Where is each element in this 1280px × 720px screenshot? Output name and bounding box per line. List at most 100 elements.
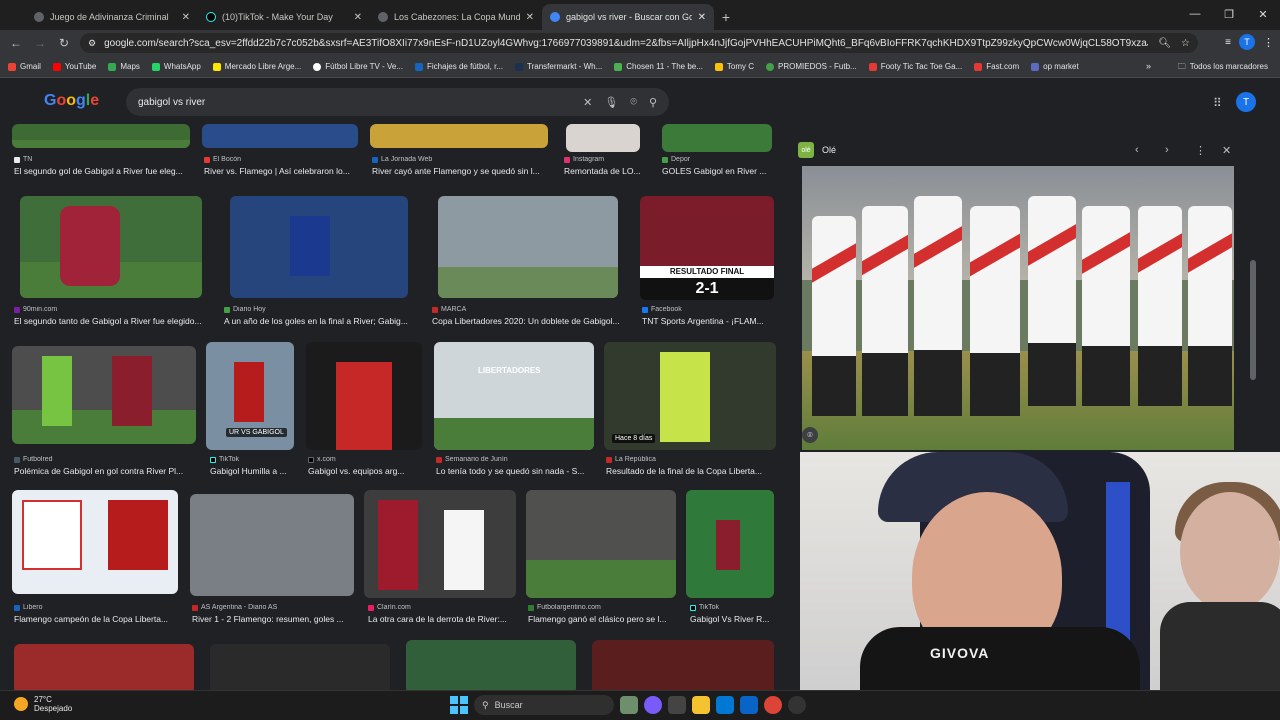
bookmark-star-icon[interactable]: ☆ [1181,38,1190,49]
back-icon[interactable]: ← [4,36,28,50]
result-thumbnail[interactable] [686,490,774,598]
search-box[interactable]: gabigol vs river ✕ 🎙︎ ⌾ ⚲ [126,88,669,116]
result-source[interactable]: La Jornada Web [372,156,552,163]
result-thumbnail[interactable] [230,196,408,298]
result-caption[interactable]: Lo tenía todo y se quedó sin nada - S... [436,466,596,476]
result-caption[interactable]: TNT Sports Argentina - ¡FLAM... [642,316,772,326]
search-input[interactable]: gabigol vs river [138,97,571,108]
outlook-icon[interactable] [740,696,758,714]
result-source[interactable]: TikTok [690,604,780,611]
result-caption[interactable]: River 1 - 2 Flamengo: resumen, goles ... [192,614,356,624]
result-thumbnail[interactable] [370,124,548,148]
close-preview-icon[interactable]: ✕ [1222,144,1231,157]
bookmark-promiedos[interactable]: PROMIEDOS - Futb... [766,62,857,71]
bookmark-chosen11[interactable]: Chosen 11 - The be... [614,62,703,71]
result-caption[interactable]: Copa Libertadores 2020: Un doblete de Ga… [432,316,628,326]
result-thumbnail[interactable]: UR VS GABIGOL [206,342,294,450]
result-source[interactable]: TN [14,156,194,163]
result-caption[interactable]: Polémica de Gabigol en gol contra River … [14,466,204,476]
preview-scrollbar[interactable] [1250,130,1256,430]
result-caption[interactable]: A un año de los goles en la final a Rive… [224,316,414,326]
more-options-icon[interactable]: ⋮ [1195,144,1206,157]
result-source[interactable]: La República [606,456,776,463]
address-bar[interactable]: ⚙ google.com/search?sca_esv=2ffdd22b7c7c… [80,33,1198,53]
new-tab-button[interactable]: + [714,4,738,30]
bookmark-gmail[interactable]: Gmail [8,62,41,71]
result-source[interactable]: Facebook [642,306,772,313]
result-source[interactable]: Semanario de Junín [436,456,596,463]
result-thumbnail[interactable] [526,490,676,598]
result-caption[interactable]: River vs. Flamego | Así celebraron lo... [204,166,360,176]
taskbar-search[interactable]: ⚲ Buscar [474,695,614,715]
store-icon[interactable] [716,696,734,714]
result-source[interactable]: Depor [662,156,772,163]
result-thumbnail[interactable] [438,196,618,298]
result-caption[interactable]: Flamengo campeón de la Copa Liberta... [14,614,184,624]
bookmark-maps[interactable]: Maps [108,62,140,71]
result-caption[interactable]: Gabigol vs. equipos arg... [308,466,424,476]
bookmark-transfermarkt[interactable]: Transfermarkt - Wh... [515,62,602,71]
result-thumbnail[interactable] [306,342,422,450]
result-thumbnail[interactable] [662,124,772,152]
previous-icon[interactable]: ‹ [1135,144,1139,156]
close-tab-icon[interactable]: ✕ [354,12,362,23]
result-thumbnail[interactable] [190,494,354,596]
bookmark-futbollibre[interactable]: Fútbol Libre TV - Ve... [313,62,403,71]
result-source[interactable]: MARCA [432,306,628,313]
result-source[interactable]: Libero [14,604,184,611]
copilot-icon[interactable] [644,696,662,714]
result-thumbnail[interactable] [406,640,576,690]
close-tab-icon[interactable]: ✕ [182,12,190,23]
search-icon[interactable]: ⚲ [649,96,657,109]
weather-widget[interactable]: 27°C Despejado [14,695,72,713]
result-source[interactable]: x.com [308,456,418,463]
bookmark-tomyc[interactable]: Tomy C [714,62,754,71]
bookmark-fastcom[interactable]: Fast.com [974,62,1019,71]
result-source[interactable]: El Bocón [204,156,360,163]
google-logo[interactable]: Google [44,92,99,110]
apps-grid-icon[interactable]: ⠿ [1213,96,1222,110]
clear-icon[interactable]: ✕ [583,96,592,109]
result-caption[interactable]: Flamengo ganó el clásico pero se l... [528,614,674,624]
preview-image[interactable] [802,166,1234,450]
result-thumbnail[interactable] [14,644,194,690]
close-tab-icon[interactable]: ✕ [698,12,706,23]
profile-avatar[interactable]: T [1239,34,1255,50]
result-source[interactable]: Instagram [564,156,654,163]
microphone-icon[interactable]: 🎙︎ [604,96,618,109]
bookmark-mercadolibre[interactable]: Mercado Libre Arge... [212,62,301,71]
file-explorer-icon[interactable] [692,696,710,714]
site-info-icon[interactable]: ⚙ [88,38,96,49]
result-thumbnail[interactable]: RESULTADO FINAL 2-1 [640,196,774,300]
more-bookmarks-icon[interactable]: » [1146,61,1151,71]
result-source[interactable]: Futbolargentino.com [528,604,678,611]
forward-icon[interactable]: → [28,36,52,50]
zoom-icon[interactable]: 🔍︎ [1158,38,1171,49]
chrome-icon[interactable] [764,696,782,714]
widgets-icon[interactable] [620,696,638,714]
bookmark-opmarket[interactable]: op market [1031,62,1079,71]
result-source[interactable]: Futbolred [14,456,194,463]
result-caption[interactable]: Gabigol Humilla a ... [210,466,300,476]
result-thumbnail[interactable] [592,640,774,690]
browser-tab[interactable]: Los Cabezones: La Copa Mundi ✕ [370,4,542,30]
google-account-avatar[interactable]: T [1236,92,1256,112]
browser-tab[interactable]: Juego de Adivinanza Criminal ✕ [26,4,198,30]
result-caption[interactable]: Gabigol Vs River R... [690,614,776,624]
result-thumbnail[interactable] [12,490,178,594]
preview-source[interactable]: olé Olé [798,142,836,158]
result-thumbnail[interactable] [12,124,190,148]
lens-icon[interactable]: ⌾ [630,96,637,109]
result-thumbnail[interactable] [364,490,516,598]
browser-tab-active[interactable]: gabigol vs river - Buscar con Go ✕ [542,4,714,30]
reload-icon[interactable]: ↻ [52,36,76,50]
result-thumbnail[interactable] [202,124,358,148]
result-thumbnail[interactable] [12,346,196,444]
task-view-icon[interactable] [668,696,686,714]
bookmark-footy[interactable]: Footy Tic Tac Toe Ga... [868,62,962,71]
result-source[interactable]: TikTok [210,456,300,463]
next-icon[interactable]: › [1165,144,1169,156]
result-source[interactable]: Diario Hoy [224,306,414,313]
result-thumbnail[interactable]: LIBERTADORES [434,342,594,450]
windows-start-icon[interactable] [450,696,468,714]
